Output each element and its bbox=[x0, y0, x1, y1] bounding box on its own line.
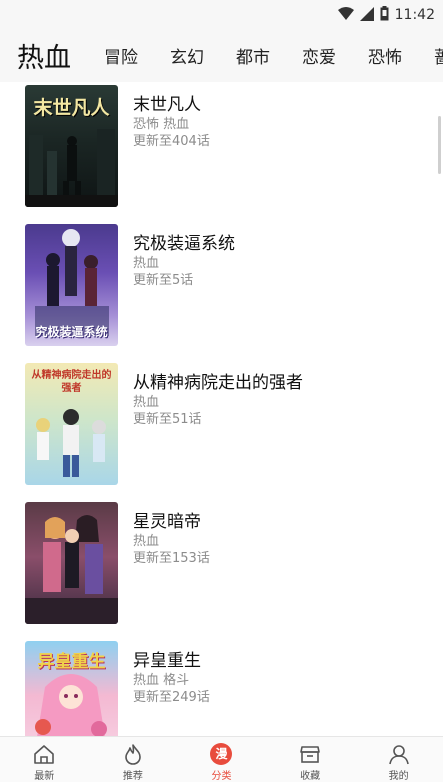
comic-list-item[interactable]: 异皇重生 异皇重生 热血 格斗 更新至249话 bbox=[0, 638, 443, 736]
store-icon bbox=[298, 742, 322, 765]
manga-badge: 漫 bbox=[210, 742, 233, 765]
bottom-nav: 最新 推荐 漫 分类 收藏 我的 bbox=[0, 736, 443, 782]
wifi-icon bbox=[337, 6, 354, 25]
nav-label: 分类 bbox=[211, 771, 232, 782]
user-icon bbox=[387, 742, 411, 765]
comic-cover[interactable]: 究极装逼系统 bbox=[25, 224, 118, 346]
nav-item-recommend[interactable]: 推荐 bbox=[89, 737, 178, 782]
comic-list-item[interactable]: 星灵暗帝 热血 更新至153话 bbox=[0, 499, 443, 638]
comic-list-item[interactable]: 末世凡人 末世凡人 恐怖 热血 更新至404话 bbox=[0, 82, 443, 221]
signal-icon bbox=[359, 6, 374, 25]
comic-update: 更新至404话 bbox=[133, 134, 210, 149]
nav-item-category[interactable]: 漫 分类 bbox=[177, 737, 266, 782]
comic-list-item[interactable]: 从精神病院走出的强者 从精神病院走出的强者 热血 更新至51话 bbox=[0, 360, 443, 499]
status-time: 11:42 bbox=[394, 7, 435, 23]
category-tab[interactable]: 恐怖 bbox=[368, 43, 402, 68]
comic-update: 更新至51话 bbox=[133, 412, 202, 427]
comic-update: 更新至249话 bbox=[133, 690, 210, 705]
comic-cover[interactable] bbox=[25, 502, 118, 624]
comic-update: 更新至153话 bbox=[133, 551, 210, 566]
category-header: 热血 冒险 玄幻 都市 恋爱 恐怖 蔷薇 bbox=[0, 30, 443, 82]
manga-icon: 漫 bbox=[209, 742, 233, 765]
comic-list-item[interactable]: 究极装逼系统 究极装逼系统 热血 更新至5话 bbox=[0, 221, 443, 360]
category-tab[interactable]: 冒险 bbox=[104, 43, 138, 68]
comic-title[interactable]: 异皇重生 bbox=[133, 646, 201, 671]
nav-item-favorites[interactable]: 收藏 bbox=[266, 737, 355, 782]
battery-icon bbox=[380, 5, 389, 25]
category-tabs: 冒险 玄幻 都市 恋爱 恐怖 蔷薇 bbox=[104, 43, 443, 68]
comic-title[interactable]: 末世凡人 bbox=[133, 90, 201, 115]
home-icon bbox=[32, 742, 56, 765]
comic-title[interactable]: 从精神病院走出的强者 bbox=[133, 368, 303, 393]
comic-update: 更新至5话 bbox=[133, 273, 194, 288]
nav-item-profile[interactable]: 我的 bbox=[354, 737, 443, 782]
nav-label: 我的 bbox=[388, 771, 409, 782]
list-scrollbar[interactable] bbox=[438, 116, 441, 174]
nav-label: 收藏 bbox=[300, 771, 321, 782]
status-bar: 11:42 bbox=[0, 0, 443, 30]
category-tab[interactable]: 蔷薇 bbox=[434, 43, 443, 68]
app-screen: 11:42 热血 冒险 玄幻 都市 恋爱 恐怖 蔷薇 末世凡人 bbox=[0, 0, 443, 782]
comic-cover[interactable]: 异皇重生 bbox=[25, 641, 118, 736]
flame-icon bbox=[121, 742, 145, 765]
current-category[interactable]: 热血 bbox=[17, 36, 71, 75]
cover-title: 末世凡人 bbox=[33, 97, 110, 119]
category-tab[interactable]: 玄幻 bbox=[170, 43, 204, 68]
comic-title[interactable]: 究极装逼系统 bbox=[133, 229, 235, 254]
nav-label: 最新 bbox=[34, 771, 55, 782]
comic-list[interactable]: 末世凡人 末世凡人 恐怖 热血 更新至404话 究极装逼系统 究极装逼系统 热血… bbox=[0, 82, 443, 736]
category-tab[interactable]: 恋爱 bbox=[302, 43, 336, 68]
comic-cover[interactable]: 末世凡人 bbox=[25, 85, 118, 207]
nav-item-latest[interactable]: 最新 bbox=[0, 737, 89, 782]
comic-title[interactable]: 星灵暗帝 bbox=[133, 507, 201, 532]
cover-title: 从精神病院走出的强者 bbox=[31, 370, 112, 394]
comic-cover[interactable]: 从精神病院走出的强者 bbox=[25, 363, 118, 485]
nav-label: 推荐 bbox=[122, 771, 143, 782]
category-tab[interactable]: 都市 bbox=[236, 43, 270, 68]
cover-title: 究极装逼系统 bbox=[35, 325, 108, 339]
